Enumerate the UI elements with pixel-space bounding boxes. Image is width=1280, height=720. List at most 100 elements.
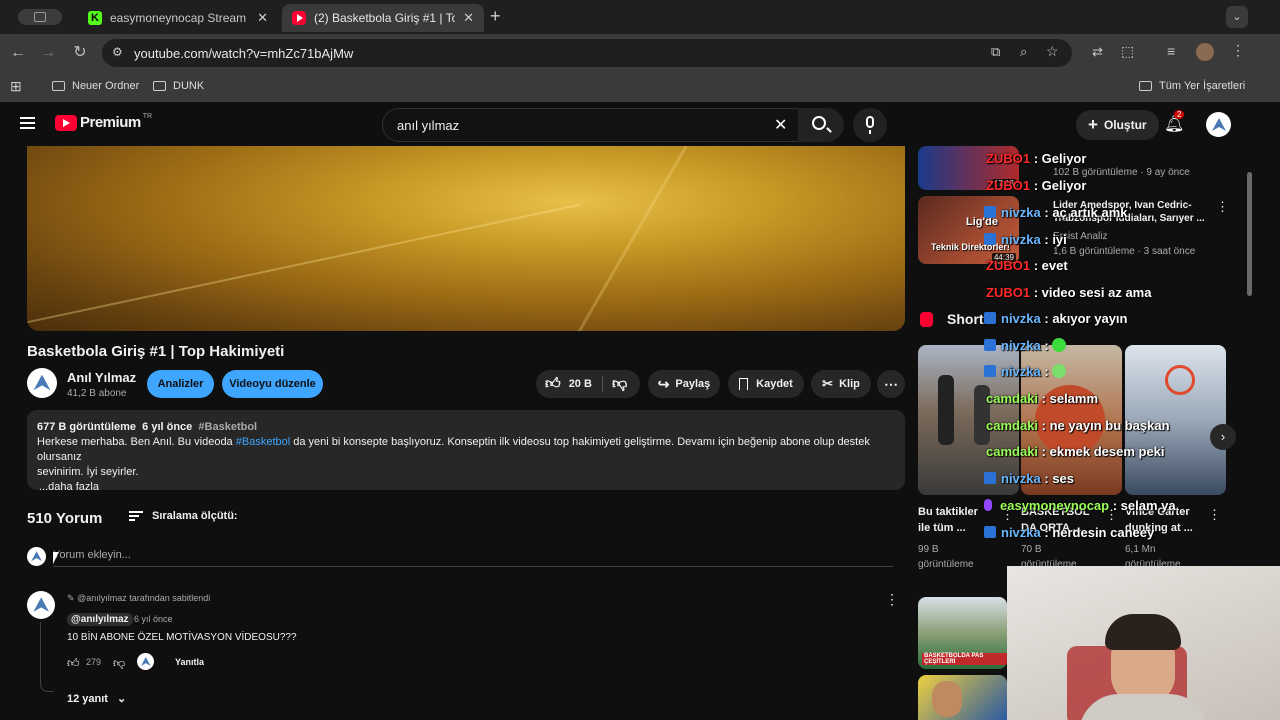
all-bookmarks[interactable]: Tüm Yer İşaretleri — [1139, 80, 1245, 92]
tab-stream[interactable]: K easymoneynocap Stream - W ✕ — [78, 4, 278, 32]
analytics-button[interactable]: Analizler — [147, 370, 214, 398]
rec-thumbnail[interactable]: BASKETBOLDA PAS ÇEŞİTLERİ — [918, 597, 1007, 669]
edit-video-button[interactable]: Videoyu düzenle — [222, 370, 323, 398]
bookmark-folder[interactable]: Neuer Ordner — [52, 80, 139, 92]
show-more-link[interactable]: ...daha fazla — [39, 480, 895, 495]
comment-author-avatar[interactable] — [27, 591, 55, 619]
comment-age[interactable]: 6 yıl önce — [134, 614, 173, 624]
profile-avatar[interactable] — [1196, 43, 1214, 61]
clip-button[interactable]: ✂ Klip — [811, 370, 871, 398]
star-icon[interactable]: ☆ — [1046, 43, 1059, 60]
user-avatar[interactable] — [1206, 112, 1231, 137]
voice-search-button[interactable] — [853, 108, 887, 142]
media-icon[interactable]: ≡ — [1167, 43, 1175, 59]
channel-name[interactable]: Anıl Yılmaz — [67, 370, 136, 385]
short-menu-icon[interactable]: ⋮ — [1208, 507, 1221, 523]
hashtag-link[interactable]: #Basketbol — [198, 421, 257, 433]
back-button[interactable]: ← — [8, 43, 28, 63]
youtube-play-icon — [55, 114, 77, 131]
tab-title: (2) Basketbola Giriş #1 | Top H — [314, 11, 456, 25]
reply-button[interactable]: Yanıtla — [175, 657, 204, 667]
short-title[interactable]: Bu taktikler ile tüm ... — [918, 504, 978, 536]
mouse-cursor — [53, 552, 59, 564]
rec-meta: 1,6 B görüntüleme · 3 saat önce — [1053, 246, 1196, 257]
install-icon[interactable]: ⧉ — [991, 44, 1000, 60]
rec-thumbnail[interactable]: 17:13 — [918, 146, 1019, 190]
video-description[interactable]: 677 B görüntüleme 6 yıl önce #Basketbol … — [27, 410, 905, 493]
search-button[interactable] — [798, 108, 844, 142]
comment-dislike-button[interactable]: 👎︎ — [113, 656, 125, 671]
address-bar[interactable]: ⚙ youtube.com/watch?v=mhZc71bAjMw ⧉ ⌕ ☆ — [102, 39, 1072, 67]
chat-message: nivzka : akıyor yayın — [984, 311, 1127, 326]
hamburger-icon[interactable] — [20, 117, 35, 129]
more-actions-button[interactable]: ⋯ — [877, 370, 905, 398]
forward-button[interactable]: → — [38, 43, 58, 63]
microphone-icon — [866, 116, 874, 128]
views-line: 99 B — [918, 544, 939, 555]
tab-groups-icon[interactable] — [18, 9, 62, 25]
create-button[interactable]: + Oluştur — [1076, 110, 1159, 140]
apps-icon[interactable]: ⊞ — [10, 78, 22, 95]
translate-icon[interactable]: ⇄ — [1092, 44, 1103, 60]
rec-title-line: Trabzonspor iddiaları, Sarıyer ... — [1053, 213, 1205, 224]
thumbs-down-icon[interactable]: 👎︎ — [612, 375, 627, 393]
short-menu-icon[interactable]: ⋮ — [1001, 507, 1014, 523]
sidebar-scrollbar[interactable] — [1247, 172, 1252, 296]
shorts-next-button[interactable]: › — [1210, 424, 1236, 450]
plus-icon: + — [1088, 115, 1098, 134]
replies-count: 12 yanıt — [67, 693, 108, 705]
rec-thumbnail[interactable]: Lig'de Teknik Direktörler! 44:39 — [918, 196, 1019, 264]
like-count: 20 B — [568, 378, 592, 390]
video-player[interactable] — [27, 146, 905, 331]
site-info-icon[interactable]: ⚙ — [112, 45, 123, 59]
rec-thumbnail[interactable] — [918, 675, 1007, 720]
clip-label: Klip — [839, 378, 860, 390]
bookmark-label: DUNK — [173, 80, 205, 92]
rec-title[interactable]: Lider Amedspor, Ivan Cedric- Trabzonspor… — [1053, 199, 1205, 225]
share-icon: ↪ — [657, 375, 670, 392]
short-thumbnail[interactable] — [1125, 345, 1226, 495]
short-menu-icon[interactable]: ⋮ — [1105, 507, 1118, 523]
tab-search-button[interactable]: ⌄ — [1226, 6, 1248, 28]
like-button[interactable]: 👍︎ 20 B — [536, 375, 592, 393]
search-input[interactable]: anıl yılmaz ✕ — [382, 108, 800, 142]
new-tab-button[interactable]: + — [490, 6, 501, 27]
rec-channel[interactable]: Ersist Analiz — [1053, 231, 1107, 242]
tab-youtube[interactable]: (2) Basketbola Giriş #1 | Top H ✕ — [282, 4, 484, 32]
chat-message: ZUBO1 : video sesi az ama — [986, 285, 1151, 300]
menu-icon[interactable]: ⋮ — [1231, 42, 1245, 59]
save-button[interactable]: Kaydet — [728, 370, 804, 398]
youtube-logo[interactable]: Premium TR — [55, 113, 152, 131]
pinned-text: @anılyılmaz tarafından sabitlendi — [77, 593, 211, 603]
comment-like-button[interactable]: 👍︎ — [67, 656, 80, 671]
share-button[interactable]: ↪ Paylaş — [648, 370, 720, 398]
channel-avatar[interactable] — [27, 368, 57, 398]
chat-user: nivzka — [1001, 311, 1041, 326]
comment-author[interactable]: @anılyılmaz — [67, 613, 133, 626]
close-icon[interactable]: ✕ — [463, 10, 474, 26]
sort-button[interactable]: Sıralama ölçütü: — [129, 510, 238, 522]
short-title[interactable]: BASKETBOL DA ORTA ... — [1021, 504, 1089, 536]
comment-input[interactable]: Yorum ekleyin... — [53, 549, 893, 567]
views-line: görüntüleme — [918, 559, 974, 570]
hashtag-link[interactable]: #Basketbol — [236, 436, 290, 448]
close-icon[interactable]: ✕ — [257, 10, 268, 26]
short-thumbnail[interactable] — [918, 345, 1019, 495]
rec-meta: 102 B görüntüleme · 9 ay önce — [1053, 167, 1190, 178]
replies-toggle[interactable]: 12 yanıt ⌄ — [67, 692, 126, 705]
reload-button[interactable]: ↻ — [70, 43, 90, 63]
comment-menu-icon[interactable]: ⋮ — [885, 591, 899, 608]
rec-menu-icon[interactable]: ⋮ — [1216, 199, 1229, 215]
description-meta: 677 B görüntüleme 6 yıl önce #Basketbol — [37, 420, 895, 435]
clear-search-icon[interactable]: ✕ — [774, 115, 787, 135]
short-thumbnail[interactable] — [1021, 345, 1122, 495]
chevron-down-icon: ⌄ — [117, 693, 127, 705]
short-title[interactable]: Vince Carter dunking at ... — [1125, 504, 1193, 536]
extensions-icon[interactable]: ⬚ — [1121, 43, 1134, 60]
prime-badge-icon — [984, 526, 996, 538]
notifications-button[interactable]: 🔔︎ 2 — [1164, 110, 1185, 134]
bookmark-folder[interactable]: DUNK — [153, 80, 204, 92]
zoom-icon[interactable]: ⌕ — [1020, 44, 1027, 60]
chat-text: : evet — [1033, 258, 1068, 273]
chat-text: : Geliyor — [1033, 178, 1087, 193]
